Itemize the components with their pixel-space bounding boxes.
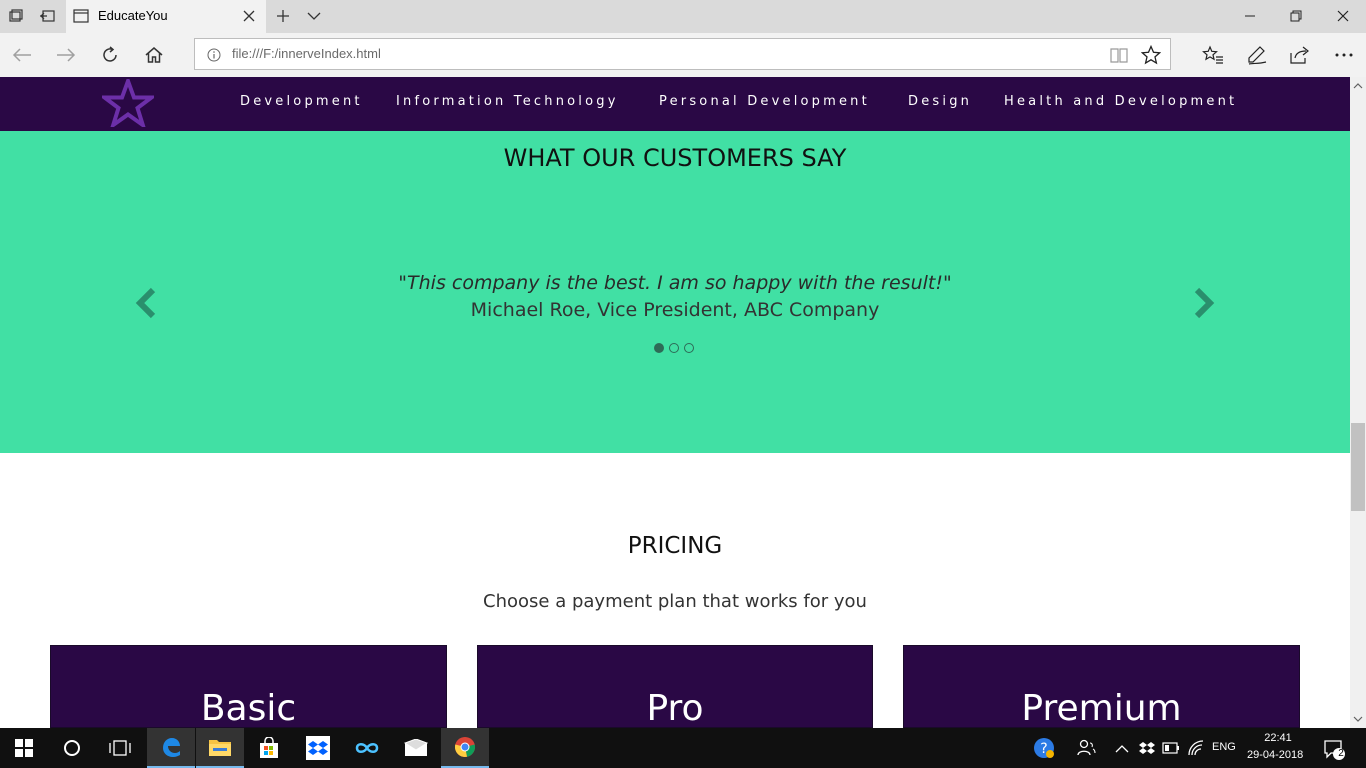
testimonial-author: Michael Roe, Vice President, ABC Company [470,299,880,321]
carousel-indicator-1[interactable] [654,343,664,353]
carousel-indicator-3[interactable] [684,343,694,353]
more-menu-icon[interactable] [1332,43,1356,67]
favorites-hub-icon[interactable] [1201,43,1225,67]
nav-link-personal-development[interactable]: Personal Development [659,94,870,109]
testimonial-quote: "This company is the best. I am so happy… [398,272,952,294]
forward-icon[interactable] [54,43,78,67]
scroll-down-icon[interactable] [1351,712,1365,726]
clock-time[interactable]: 22:41 [1262,732,1294,744]
new-tab-icon[interactable] [273,6,293,26]
web-note-pen-icon[interactable] [1245,43,1269,67]
pricing-subtitle: Choose a payment plan that works for you [483,591,867,612]
chevron-down-icon[interactable] [304,6,324,26]
clock-date[interactable]: 29-04-2018 [1247,749,1303,761]
info-icon[interactable] [205,46,223,64]
pricing-card-pro: Pro [477,645,873,728]
pricing-card-basic: Basic [50,645,447,728]
logo-star-icon[interactable] [98,75,158,131]
start-windows-icon[interactable] [0,728,48,768]
plan-name: Premium [1021,688,1182,729]
back-icon[interactable] [10,43,34,67]
set-aside-tabs-icon[interactable] [37,6,57,26]
pricing-title: PRICING [627,533,723,559]
infinity-app-icon[interactable] [343,728,391,768]
refresh-icon[interactable] [98,43,122,67]
home-icon[interactable] [142,43,166,67]
testimonials-title: WHAT OUR CUSTOMERS SAY [503,144,847,172]
edge-browser-icon[interactable] [147,728,195,768]
cortana-search-icon[interactable] [48,728,96,768]
tabs-aside-icon[interactable] [6,6,26,26]
restore-icon[interactable] [1286,6,1306,26]
scrollbar-thumb[interactable] [1351,423,1365,511]
nav-link-information-technology[interactable]: Information Technology [396,94,619,109]
people-icon[interactable] [1076,738,1096,758]
reading-view-icon[interactable] [1108,44,1130,66]
url-text[interactable]: file:///F:/innerveIndex.html [232,46,381,61]
store-icon[interactable] [245,728,293,768]
nav-link-health-and-development[interactable]: Health and Development [1004,94,1237,109]
language-indicator[interactable]: ENG [1212,741,1236,753]
close-window-icon[interactable] [1333,6,1353,26]
pricing-card-premium: Premium [903,645,1300,728]
plan-name: Pro [646,688,704,729]
chrome-icon[interactable] [441,728,489,768]
nav-link-design[interactable]: Design [908,94,972,109]
notification-count: 2 [1338,748,1344,759]
close-tab-icon[interactable] [240,7,258,25]
page-scrollbar[interactable] [1350,77,1366,728]
dropbox-icon[interactable] [294,728,342,768]
plan-name: Basic [200,688,297,729]
help-icon[interactable]: ? [1033,737,1055,759]
nav-link-development[interactable]: Development [240,94,363,109]
carousel-indicator-2[interactable] [669,343,679,353]
minimize-icon[interactable] [1240,6,1260,26]
wifi-icon[interactable] [1187,740,1205,756]
tab-title: EducateYou [98,8,168,23]
mail-icon[interactable] [392,728,440,768]
battery-icon[interactable] [1162,741,1180,755]
show-hidden-icons-chevron-icon[interactable] [1115,741,1129,755]
dropbox-tray-icon[interactable] [1139,740,1155,756]
share-icon[interactable] [1288,43,1312,67]
file-explorer-icon[interactable] [196,728,244,768]
page-icon [72,7,90,25]
favorite-star-icon[interactable] [1140,44,1162,66]
scroll-up-icon[interactable] [1351,79,1365,93]
task-view-icon[interactable] [96,728,144,768]
